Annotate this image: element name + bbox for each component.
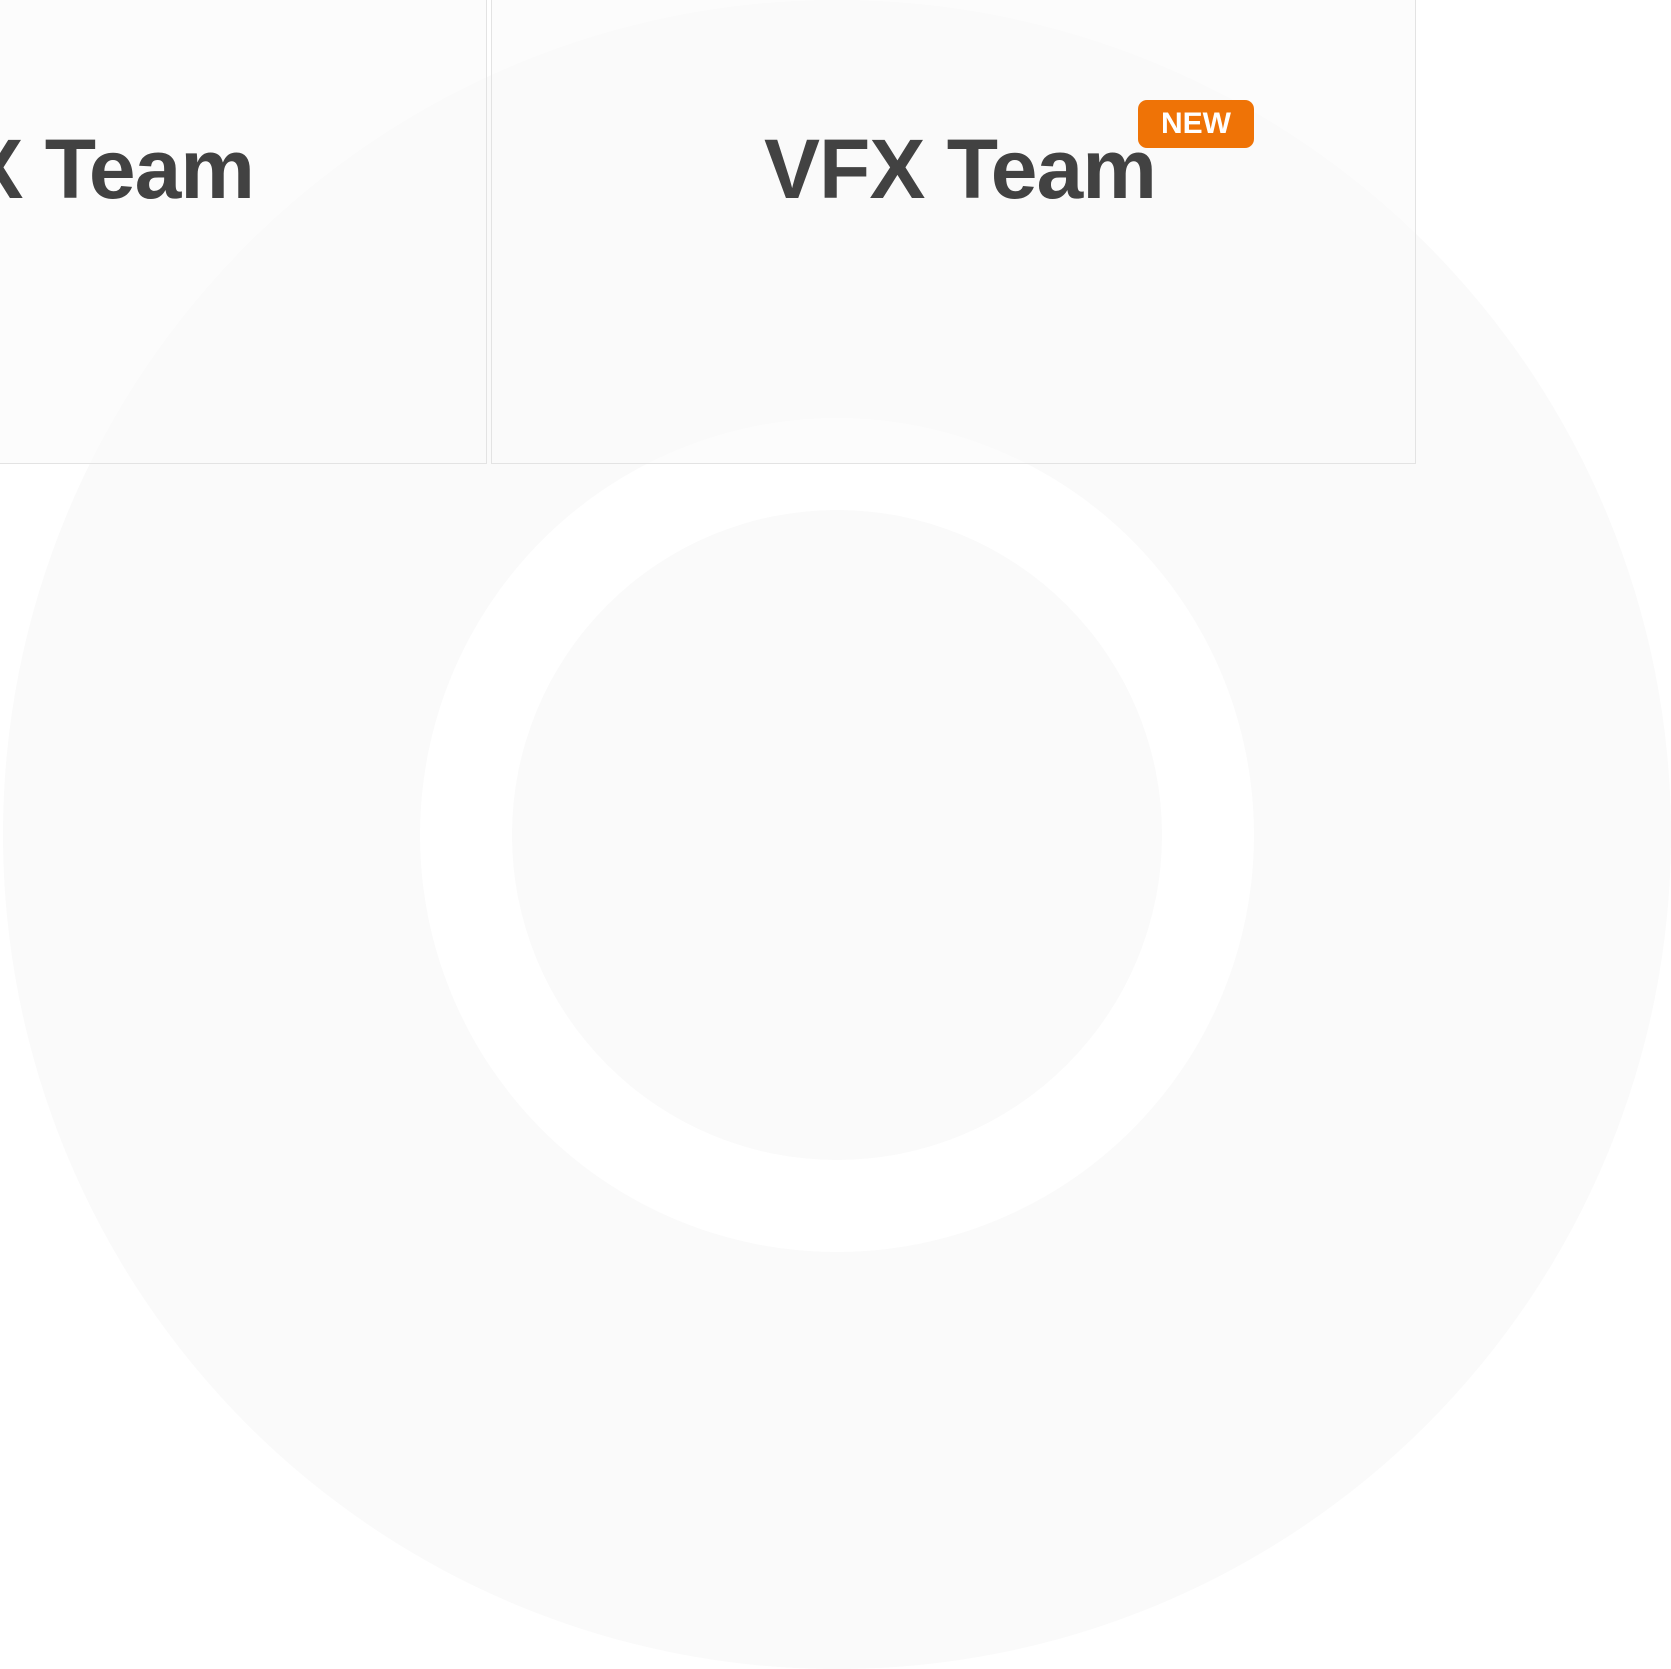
backdrop-ring-inner (512, 510, 1162, 1160)
team-card-previous[interactable]: VFX Team (0, 0, 487, 464)
new-badge: NEW (1138, 100, 1254, 148)
page-canvas: VFX Team VFX Team NEW (0, 0, 1671, 1669)
team-card-title: VFX Team (0, 122, 255, 216)
team-card-title: VFX Team (764, 122, 1157, 216)
team-card-vfx[interactable]: VFX Team NEW (491, 0, 1416, 464)
